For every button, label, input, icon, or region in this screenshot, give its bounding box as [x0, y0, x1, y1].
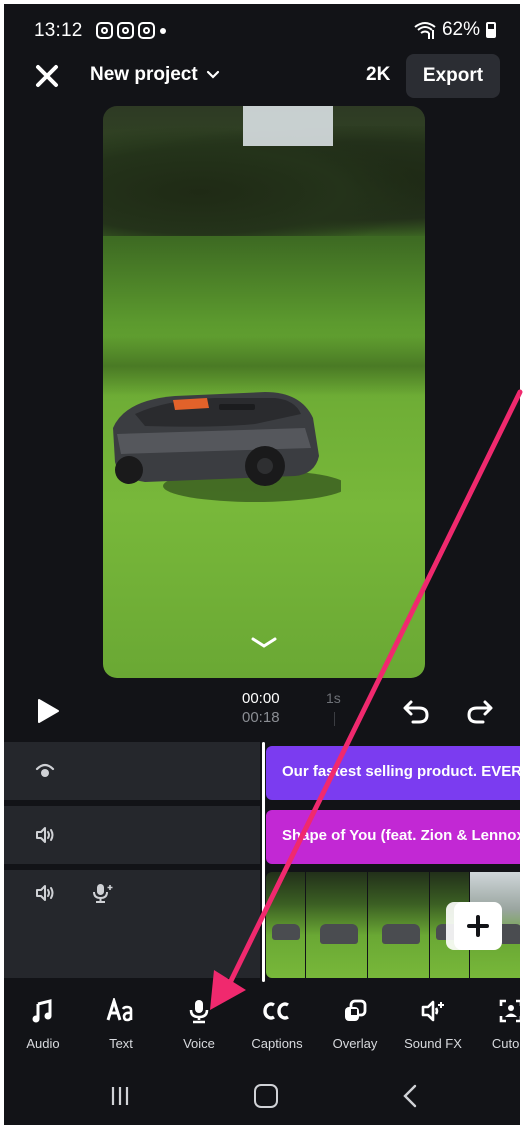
tool-label: Overlay [332, 1036, 378, 1051]
instagram-icon [138, 22, 155, 39]
tool-label: Audio [26, 1036, 60, 1051]
tool-text[interactable]: Text [82, 982, 160, 1070]
text-clip[interactable]: Our fastest selling product. EVER [266, 746, 520, 800]
more-notifications-dot [160, 28, 166, 34]
status-time: 13:12 [34, 20, 83, 41]
timeline-tick [334, 712, 335, 726]
volume-icon[interactable] [34, 882, 56, 904]
collapse-chevron-icon[interactable] [249, 636, 279, 650]
tool-label: Cutout [491, 1036, 520, 1051]
resolution-button[interactable]: 2K [366, 64, 390, 86]
timeline-tick-label: 1s [326, 690, 341, 706]
robotic-mower-image [113, 392, 341, 502]
video-thumbnail [266, 872, 306, 978]
tool-label: Voice [183, 1036, 215, 1051]
voiceover-mic-icon[interactable] [92, 882, 114, 904]
editor-top-bar: New project 2K Export [4, 54, 520, 100]
bottom-toolbar: Audio Text Voice Captions Overlay Sound … [4, 982, 520, 1070]
cc-icon [262, 996, 292, 1026]
audio-clip[interactable]: Shape of You (feat. Zion & Lennox) [266, 810, 520, 864]
text-track-header [4, 742, 260, 800]
recents-icon[interactable] [108, 1084, 132, 1108]
volume-icon[interactable] [34, 824, 56, 846]
sound-fx-icon [418, 996, 448, 1026]
tool-label: Sound FX [404, 1036, 462, 1051]
plus-icon [467, 915, 489, 937]
tool-label: Captions [251, 1036, 303, 1051]
video-thumbnail [368, 872, 430, 978]
battery-icon [486, 22, 496, 38]
tool-captions[interactable]: Captions [238, 982, 316, 1070]
redo-icon[interactable] [466, 698, 494, 724]
battery-percent: 62% [441, 19, 480, 40]
chevron-down-icon [206, 70, 219, 79]
audio-track-header [4, 806, 260, 864]
text-aa-icon [106, 996, 136, 1026]
system-nav-bar [4, 1070, 520, 1125]
microphone-icon [184, 996, 214, 1026]
video-preview[interactable] [103, 106, 425, 678]
export-button[interactable]: Export [406, 54, 500, 98]
tool-audio[interactable]: Audio [4, 982, 82, 1070]
tool-sound-fx[interactable]: Sound FX [394, 982, 472, 1070]
tool-label: Text [109, 1036, 133, 1051]
instagram-icon [96, 22, 113, 39]
undo-icon[interactable] [402, 698, 430, 724]
wifi-signal-icon [414, 22, 436, 39]
tool-cutout[interactable]: Cutout [472, 982, 520, 1070]
close-icon[interactable] [34, 63, 60, 89]
home-icon[interactable] [254, 1084, 278, 1108]
visibility-icon[interactable] [34, 760, 56, 782]
overlay-icon [340, 996, 370, 1026]
preview-sky [243, 106, 333, 146]
current-timecode: 00:00 [242, 690, 280, 707]
back-icon[interactable] [402, 1084, 418, 1108]
playback-controls: 00:00 00:18 1s [4, 684, 520, 740]
music-note-icon [28, 996, 58, 1026]
app-screen: 13:12 62% New project 2K Export 00:00 00… [4, 4, 520, 1125]
project-title-dropdown[interactable]: New project [90, 64, 220, 86]
instagram-icon [117, 22, 134, 39]
tool-voice[interactable]: Voice [160, 982, 238, 1070]
video-track-header [4, 870, 260, 978]
tool-overlay[interactable]: Overlay [316, 982, 394, 1070]
total-duration: 00:18 [242, 709, 280, 726]
status-bar: 13:12 62% [4, 4, 520, 58]
notification-icons [96, 22, 155, 39]
status-right: 62% [414, 19, 496, 41]
video-thumbnail [306, 872, 368, 978]
add-clip-button[interactable] [454, 902, 502, 950]
play-icon[interactable] [36, 698, 60, 724]
project-title: New project [90, 64, 198, 85]
timeline[interactable]: Our fastest selling product. EVER Shape … [4, 742, 520, 982]
cutout-icon [496, 996, 520, 1026]
playhead[interactable] [262, 742, 265, 982]
